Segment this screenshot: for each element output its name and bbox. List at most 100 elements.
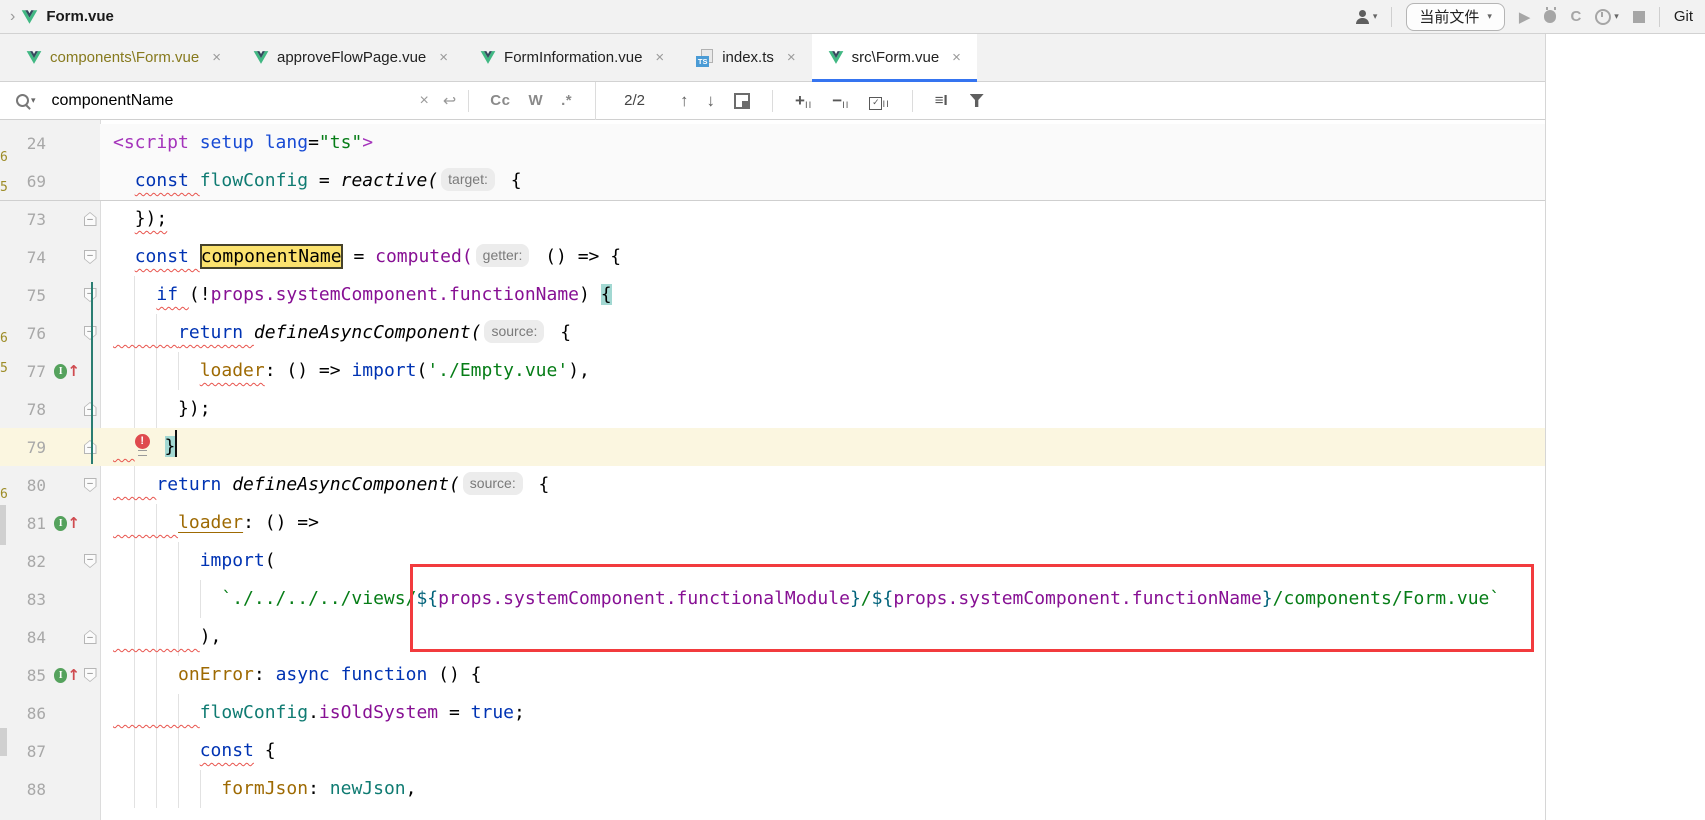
line-number: 86 (0, 704, 46, 723)
breadcrumb-chevron-icon: › (10, 8, 15, 26)
brace-scope-indicator (91, 282, 93, 464)
text-caret (175, 430, 177, 457)
run-config-select[interactable]: 当前文件 ▾ (1406, 3, 1505, 31)
fold-marker-icon[interactable]: – (84, 630, 97, 644)
tab-close-icon[interactable]: × (952, 49, 961, 66)
line-number: 81 (0, 514, 46, 533)
code-text: ), (100, 618, 1545, 656)
code-line[interactable]: 77I↑ loader: () => import('./Empty.vue')… (0, 352, 1545, 390)
tab-label: components\Form.vue (50, 49, 199, 66)
run-button[interactable]: ▶ (1519, 8, 1531, 26)
fold-marker-icon[interactable]: – (84, 288, 97, 302)
fold-marker-icon[interactable]: – (84, 440, 97, 454)
debug-button[interactable] (1544, 10, 1556, 23)
implementation-gutter-icon[interactable]: I↑ (46, 668, 80, 683)
stop-button[interactable] (1633, 11, 1645, 23)
line-number: 79 (0, 438, 46, 457)
match-case-toggle[interactable]: Cc (490, 92, 510, 109)
previous-match-button[interactable]: ↑ (680, 91, 689, 111)
search-input[interactable]: componentName (52, 92, 420, 110)
match-count: 2/2 (624, 92, 645, 109)
editor-tab[interactable]: TSindex.ts× (680, 34, 811, 81)
code-line[interactable]: 81I↑ loader: () => (0, 504, 1545, 542)
run-config-label: 当前文件 (1419, 6, 1479, 27)
user-menu-button[interactable]: ▾ (1355, 10, 1378, 24)
code-text: }); (100, 390, 1545, 428)
add-occurrence-button[interactable]: +II (795, 91, 812, 111)
fold-marker-icon[interactable]: – (84, 402, 97, 416)
code-line[interactable]: 24<script setup lang="ts"> (0, 124, 1545, 162)
vue-icon (480, 50, 496, 65)
tab-close-icon[interactable]: × (787, 49, 796, 66)
tab-label: FormInformation.vue (504, 49, 642, 66)
left-edge-sliver (0, 728, 7, 756)
editor-tab[interactable]: src\Form.vue× (812, 34, 977, 81)
profiler-button[interactable]: ▾ (1595, 9, 1619, 25)
select-all-occurrences-button[interactable]: ✓II (869, 92, 889, 110)
code-line[interactable]: 85I↑– onError: async function () { (0, 656, 1545, 694)
search-options-button[interactable]: ▾ (16, 94, 36, 107)
next-match-button[interactable]: ↓ (707, 91, 716, 111)
fold-marker-icon[interactable]: – (84, 212, 97, 226)
tab-close-icon[interactable]: × (212, 49, 221, 66)
chevron-down-icon: ▾ (31, 95, 36, 106)
newline-icon[interactable]: ↩ (443, 91, 456, 111)
code-text: const flowConfig = reactive(target: { (100, 162, 1545, 200)
tab-close-icon[interactable]: × (439, 49, 448, 66)
inlay-hint: getter: (476, 244, 530, 267)
code-editor[interactable]: 24<script setup lang="ts">69 const flowC… (0, 120, 1545, 820)
fold-marker-icon[interactable]: – (84, 250, 97, 264)
fold-marker-icon[interactable]: – (84, 668, 97, 682)
clear-search-icon[interactable]: × (420, 92, 429, 110)
open-in-find-window-icon[interactable] (734, 93, 750, 109)
code-line[interactable]: 82– import( (0, 542, 1545, 580)
error-bulb-icon[interactable] (135, 437, 152, 454)
divider (595, 82, 596, 120)
code-text: return defineAsyncComponent(source: { (100, 466, 1545, 504)
code-text: onError: async function () { (100, 656, 1545, 694)
chevron-down-icon: ▾ (1487, 11, 1492, 22)
line-number: 75 (0, 286, 46, 305)
code-line[interactable]: 83 `./../../../views/${props.systemCompo… (0, 580, 1545, 618)
code-text: const { (100, 732, 1545, 770)
code-line[interactable]: 75 – if (!props.systemComponent.functionN… (0, 276, 1545, 314)
cropped-text-fragment: 6. (0, 150, 9, 165)
git-menu[interactable]: Git (1674, 8, 1693, 25)
fold-marker-icon[interactable]: – (84, 326, 97, 340)
code-line[interactable]: 76– return defineAsyncComponent(source: … (0, 314, 1545, 352)
right-panel-strip (1545, 34, 1705, 820)
find-bar: ▾ componentName × ↩ Cc W .* 2/2 ↑ ↓ +II −I… (0, 82, 1545, 120)
remove-occurrence-button[interactable]: −II (832, 91, 849, 111)
code-line[interactable]: 74– const componentName = computed(gette… (0, 238, 1545, 276)
code-text: if (!props.systemComponent.functionName)… (100, 276, 1545, 314)
editor-tab[interactable]: components\Form.vue × (10, 34, 237, 81)
multiline-toggle[interactable]: ≡I (935, 92, 948, 109)
filter-icon[interactable] (970, 94, 984, 107)
cropped-text-fragment: 6 (0, 331, 9, 346)
code-line[interactable]: 79 – } (0, 428, 1545, 466)
code-line[interactable]: 78– }); (0, 390, 1545, 428)
vue-icon (26, 50, 42, 65)
code-line[interactable]: 80– return defineAsyncComponent(source: … (0, 466, 1545, 504)
editor-tab[interactable]: FormInformation.vue × (464, 34, 680, 81)
code-line[interactable]: 86 flowConfig.isOldSystem = true; (0, 694, 1545, 732)
code-text: `./../../../views/${props.systemComponen… (100, 580, 1545, 618)
code-text: } (100, 428, 1545, 466)
code-line[interactable]: 84– ), (0, 618, 1545, 656)
code-line[interactable]: 88 formJson: newJson, (0, 770, 1545, 808)
line-number: 83 (0, 590, 46, 609)
editor-tab[interactable]: approveFlowPage.vue× (237, 34, 464, 81)
code-line[interactable]: 87 const { (0, 732, 1545, 770)
implementation-gutter-icon[interactable]: I↑ (46, 364, 80, 379)
fold-marker-icon[interactable]: – (84, 478, 97, 492)
coverage-button[interactable]: C (1570, 8, 1581, 25)
fold-marker-icon[interactable]: – (84, 554, 97, 568)
code-line[interactable]: 69 const flowConfig = reactive(target: { (0, 162, 1545, 200)
regex-toggle[interactable]: .* (561, 92, 572, 109)
implementation-gutter-icon[interactable]: I↑ (46, 516, 80, 531)
code-line[interactable]: 73– }); (0, 200, 1545, 238)
whole-words-toggle[interactable]: W (528, 92, 543, 109)
tab-close-icon[interactable]: × (655, 49, 664, 66)
inlay-hint: source: (463, 472, 523, 495)
code-text: formJson: newJson, (100, 770, 1545, 808)
